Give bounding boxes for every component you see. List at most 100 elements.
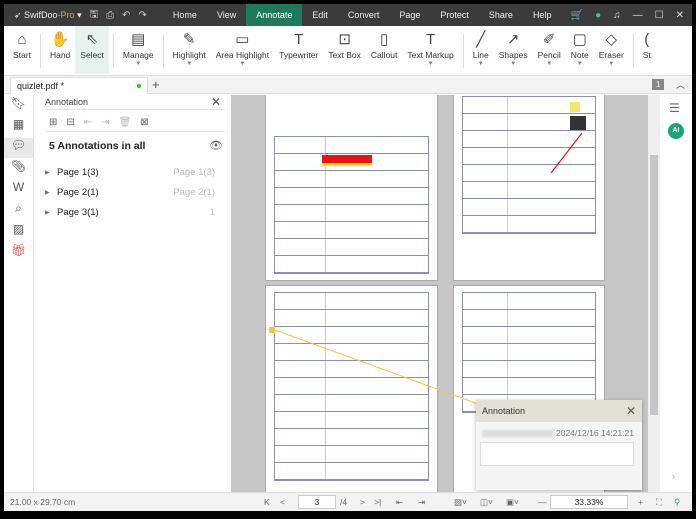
vertical-scrollbar[interactable] [648, 95, 660, 492]
divider [162, 34, 164, 68]
area-highlight-button[interactable]: ▭ Area Highlight ▼ [211, 26, 274, 74]
note-icon: ▢ [572, 31, 587, 48]
text-markup-button[interactable]: T Text Markup ▼ [402, 26, 458, 74]
expand-all-icon[interactable]: ⊞ [49, 117, 57, 128]
popup-comment-input[interactable] [480, 442, 634, 466]
text-box-button[interactable]: ⊡ Text Box [323, 26, 366, 74]
eraser-button[interactable]: ◇ Eraser ▼ [594, 26, 629, 74]
menu-view[interactable]: View [207, 4, 246, 26]
collapse-ribbon-icon[interactable]: ︿ [676, 78, 685, 91]
delete-icon[interactable]: 🗑︎ [119, 117, 132, 128]
menu-convert[interactable]: Convert [338, 4, 390, 26]
tool-label: Note [570, 50, 589, 60]
redo-icon[interactable]: ↷ [139, 10, 147, 21]
close-button[interactable]: ✕ [676, 10, 684, 21]
shapes-button[interactable]: ↗ Shapes ▼ [494, 26, 533, 74]
annotation-popup: Annotation ✕ 2024/12/16 14:21:21 [476, 400, 642, 490]
undo-icon[interactable]: ↶ [122, 10, 130, 21]
ribbon-toolbar: ⌂ Start ✋ Hand ⇖ Select ▤ Manage ▼ ✎ Highlight ▼ ▭ Ar… [4, 26, 692, 76]
gift-icon[interactable]: 🎁︎ [4, 243, 33, 263]
menu-annotate[interactable]: Annotate [246, 4, 303, 26]
chevron-down-icon: ▼ [510, 61, 517, 67]
start-button[interactable]: ⌂ Start [8, 26, 36, 74]
menu-page[interactable]: Page [389, 4, 430, 26]
page-number-input[interactable]: 3 [298, 495, 336, 509]
settings-sliders-icon[interactable]: ☰ [669, 101, 680, 115]
word-icon[interactable]: W [4, 180, 33, 200]
thumbnails-icon[interactable]: ▦ [4, 117, 33, 137]
select-button[interactable]: ⇖ Select [75, 26, 109, 74]
st-button[interactable]: (St [638, 26, 656, 74]
image-icon[interactable]: ▨ [4, 222, 33, 242]
typewriter-button[interactable]: T Typewriter [274, 26, 323, 74]
user-icon[interactable]: ● [595, 10, 601, 21]
annotation-icon[interactable]: 💬︎ [4, 138, 33, 158]
hand-button[interactable]: ✋ Hand [45, 26, 75, 74]
chevron-down-icon: ▼ [135, 61, 142, 67]
expand-arrow-icon[interactable]: ▶ [45, 167, 57, 179]
back-view-icon[interactable]: ⇤ [396, 497, 403, 508]
tool-label: Manage [122, 50, 154, 60]
manage-button[interactable]: ▤ Manage ▼ [118, 26, 159, 74]
search-icon[interactable]: ⌕ [4, 201, 33, 221]
close-panel-icon[interactable]: ✕ [211, 95, 221, 109]
tool-label: Typewriter [279, 50, 319, 60]
ai-button[interactable]: AI [668, 123, 684, 139]
export-icon[interactable]: ⇥ [101, 117, 109, 128]
background-icon[interactable]: ▨˅ [454, 497, 467, 508]
forward-view-icon[interactable]: ⇥ [418, 497, 425, 508]
minimize-button[interactable]: — [633, 10, 643, 21]
chevron-down-icon: ▼ [576, 61, 583, 67]
zoom-out-button[interactable]: — [538, 497, 547, 507]
next-page-button[interactable]: > [360, 497, 365, 507]
expand-arrow-icon[interactable]: ▶ [45, 187, 57, 199]
divider [462, 34, 464, 68]
tab-bar: quizlet.pdf * + 1 ︿ [4, 76, 692, 94]
callout-button[interactable]: ▯ Callout [366, 26, 402, 74]
cart-icon[interactable]: 🛒 [571, 10, 583, 21]
chevron-down-icon: ▼ [186, 61, 193, 67]
typewriter-icon: T [294, 31, 304, 48]
chevron-down-icon: ▼ [239, 61, 246, 67]
attachment-icon[interactable]: 📎︎ [4, 159, 33, 179]
collapse-all-icon[interactable]: ⊟ [66, 117, 74, 128]
line-button[interactable]: ╱ Line ▼ [468, 26, 494, 74]
new-tab-button[interactable]: + [152, 77, 160, 92]
eye-icon[interactable]: 👁︎ [209, 139, 223, 152]
highlight-button[interactable]: ✎ Highlight ▼ [168, 26, 211, 74]
fit-icon[interactable]: ▣˅ [506, 497, 519, 508]
menu-share[interactable]: Share [479, 4, 523, 26]
menu-edit[interactable]: Edit [302, 4, 338, 26]
expand-right-icon[interactable]: › [672, 471, 675, 481]
status-bar: 21.00 x 29.70 cm K < 3 /4 > >| ⇤ ⇥ ▨˅ ◫˅… [4, 492, 692, 511]
expand-arrow-icon[interactable]: ▶ [45, 207, 57, 219]
print-icon[interactable]: ⎙ [106, 10, 114, 21]
save-icon[interactable]: 🖫 [90, 7, 99, 24]
menu-help[interactable]: Help [523, 4, 562, 26]
bell-icon[interactable]: ♫ [613, 10, 621, 21]
pin-icon[interactable]: ⚲ [674, 497, 680, 508]
delete-all-icon[interactable]: ⊠ [140, 117, 148, 128]
popup-close-icon[interactable]: ✕ [626, 404, 636, 418]
last-page-button[interactable]: >| [374, 497, 381, 507]
annotation-group[interactable]: ▶ Page 1(3) Page 1(3) [45, 167, 215, 179]
first-page-button[interactable]: K [264, 497, 270, 507]
menu-home[interactable]: Home [163, 4, 207, 26]
note-button[interactable]: ▢ Note ▼ [566, 26, 594, 74]
menu-protect[interactable]: Protect [430, 4, 479, 26]
annotation-group[interactable]: ▶ Page 2(1) Page 2(1) [45, 187, 215, 199]
pencil-button[interactable]: ✐ Pencil ▼ [533, 26, 566, 74]
annotation-group[interactable]: ▶ Page 3(1) 1 [45, 207, 215, 219]
divider [112, 34, 114, 68]
page-layout-icon[interactable]: ◫˅ [480, 497, 493, 508]
fullscreen-icon[interactable]: ⛶ [656, 497, 662, 508]
zoom-input[interactable]: 33.33% [550, 495, 628, 509]
chevron-down-icon: ▼ [427, 61, 434, 67]
prev-page-button[interactable]: < [280, 497, 285, 507]
maximize-button[interactable]: ☐ [655, 10, 664, 21]
import-icon[interactable]: ⇤ [84, 117, 92, 128]
zoom-in-button[interactable]: + [638, 497, 643, 507]
bookmark-icon[interactable]: 🔖︎ [4, 96, 33, 116]
popup-timestamp: 2024/12/16 14:21:21 [556, 428, 634, 438]
tab-quizlet[interactable]: quizlet.pdf * [10, 77, 148, 94]
